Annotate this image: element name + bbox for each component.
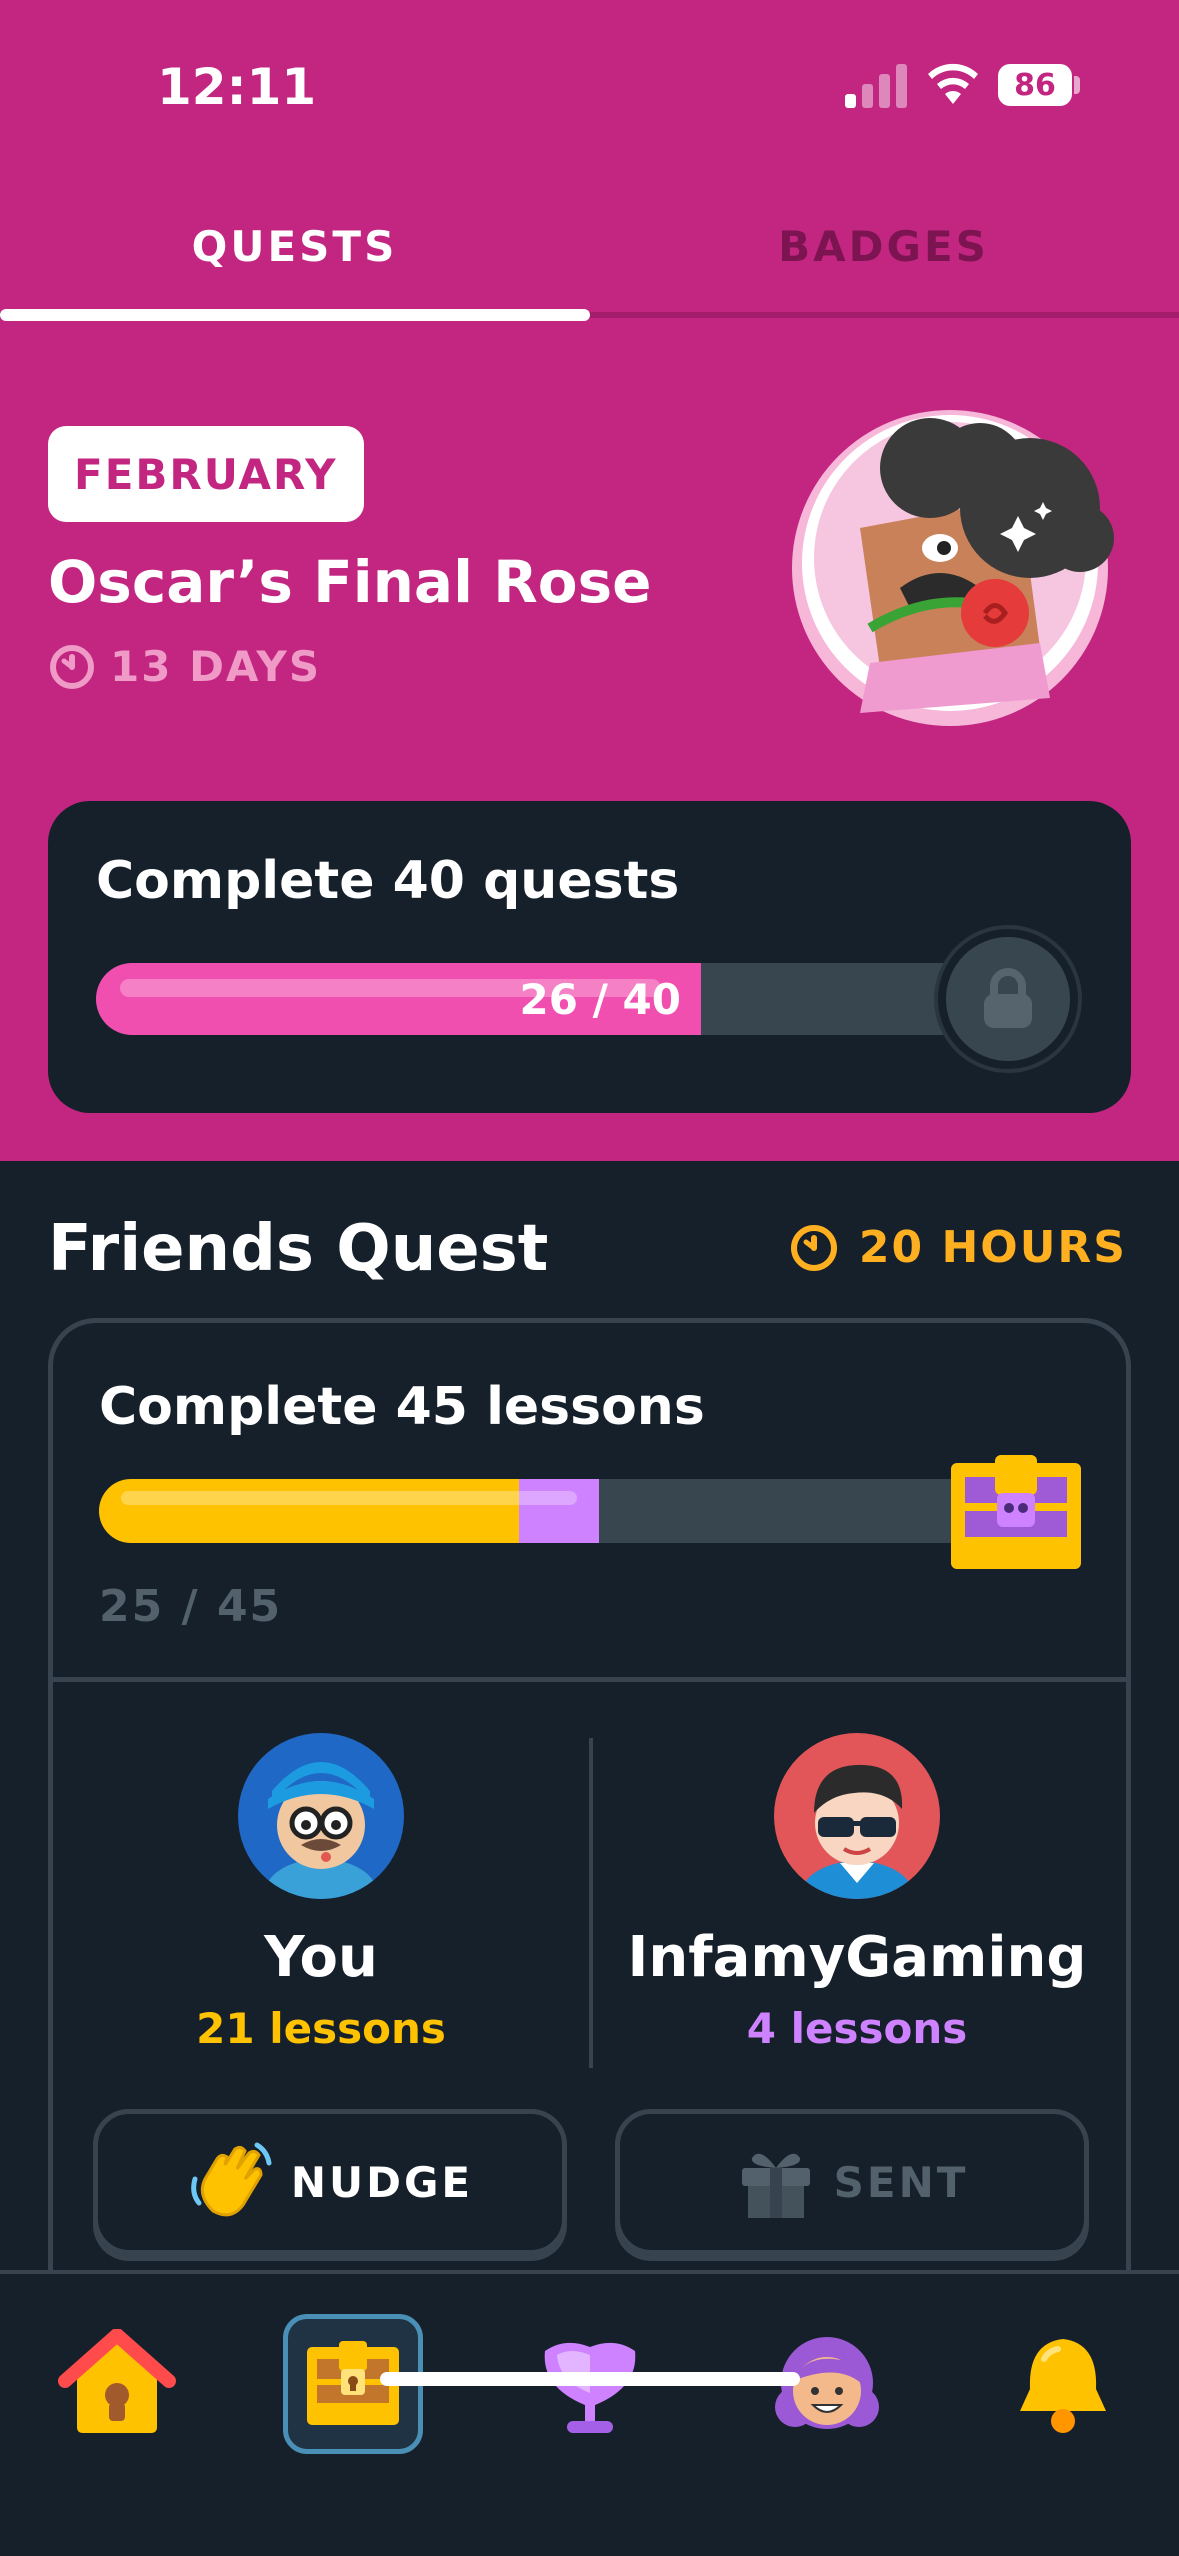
sent-button-label: SENT <box>833 2157 969 2207</box>
wifi-icon <box>928 63 978 104</box>
nudge-button[interactable]: NUDGE <box>93 2109 567 2255</box>
participant-name-friend: InfamyGaming <box>627 1925 1087 1990</box>
waving-hand-icon <box>191 2142 272 2217</box>
tab-quests[interactable]: QUESTS <box>0 222 589 271</box>
friends-card-divider <box>53 1677 1126 1682</box>
monthly-challenge-title: Oscar’s Final Rose <box>48 548 652 616</box>
participant-lessons-you: 21 lessons <box>196 2004 446 2053</box>
gift-icon <box>741 2153 810 2218</box>
monthly-progress-bar: 26 / 40 <box>96 963 1026 1035</box>
cellular-signal-icon <box>845 62 907 108</box>
bottom-nav <box>0 2270 1179 2556</box>
month-badge: FEBRUARY <box>48 426 364 522</box>
participant-you: You 21 lessons <box>53 1733 589 2053</box>
reward-lock-icon <box>938 929 1078 1069</box>
nav-home[interactable] <box>47 2314 187 2454</box>
friends-quest-title: Friends Quest <box>48 1212 549 1286</box>
participant-friend[interactable]: InfamyGaming 4 lessons <box>589 1733 1125 2053</box>
friends-progress-count: 25 / 45 <box>99 1581 283 1632</box>
participant-lessons-friend: 4 lessons <box>746 2004 968 2053</box>
friends-progress-you <box>99 1479 519 1543</box>
friends-progress-friend <box>519 1479 599 1543</box>
friends-quest-timer: 20 HOURS <box>789 1222 1127 1273</box>
send-gift-button[interactable]: SENT <box>615 2109 1089 2255</box>
days-remaining-label: 13 DAYS <box>110 642 322 691</box>
battery-tip <box>1074 76 1080 94</box>
timer-icon <box>790 1224 837 1271</box>
notifications-bell-icon <box>1020 2339 1106 2433</box>
treasure-chest-icon[interactable] <box>947 1453 1085 1573</box>
timer-icon <box>50 644 94 689</box>
nav-notifications[interactable] <box>993 2314 1133 2454</box>
avatar[interactable] <box>774 1733 940 1899</box>
monthly-progress-text: 26 / 40 <box>519 974 681 1024</box>
friends-progress-bar <box>99 1479 999 1543</box>
days-remaining: 13 DAYS <box>48 642 321 691</box>
avatar <box>238 1733 404 1899</box>
home-icon <box>58 2329 176 2433</box>
home-indicator <box>380 2372 800 2386</box>
friends-quest-time-left: 20 HOURS <box>858 1222 1127 1273</box>
oscar-rose-badge-icon[interactable] <box>790 398 1120 738</box>
friends-quest-label: Complete 45 lessons <box>99 1377 705 1437</box>
active-tab-indicator <box>0 309 590 321</box>
status-time: 12:11 <box>157 58 317 116</box>
battery-indicator: 86 <box>998 64 1072 106</box>
monthly-quest-label: Complete 40 quests <box>96 851 680 911</box>
monthly-quest-card: Complete 40 quests 26 / 40 <box>48 801 1131 1113</box>
participant-name-you: You <box>264 1925 378 1990</box>
friends-progress-shine <box>121 1491 577 1505</box>
nudge-button-label: NUDGE <box>290 2157 474 2207</box>
tab-badges[interactable]: BADGES <box>589 222 1178 271</box>
